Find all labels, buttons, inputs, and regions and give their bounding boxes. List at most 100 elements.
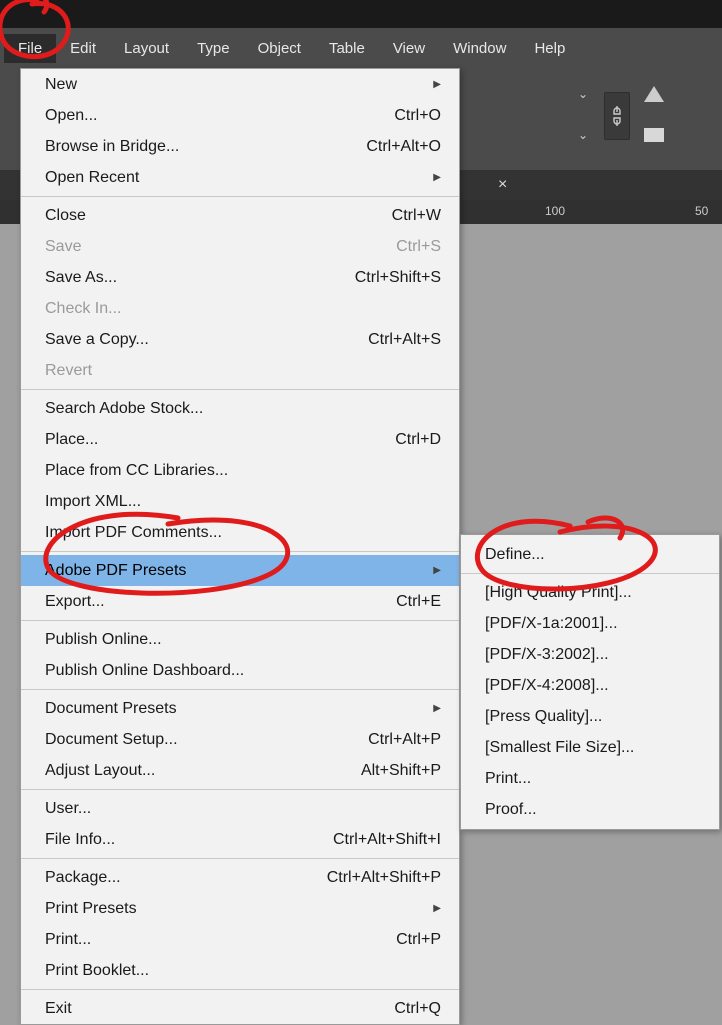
menu-help[interactable]: Help	[520, 34, 579, 63]
menu-item[interactable]: Place... Ctrl+D	[21, 424, 459, 455]
menu-item-label: Open...	[45, 107, 97, 125]
menu-item-label: Exit	[45, 1000, 72, 1018]
menu-view[interactable]: View	[379, 34, 439, 63]
menu-item-label: Search Adobe Stock...	[45, 400, 203, 418]
submenu-arrow-icon: ▶	[433, 79, 441, 90]
menu-item[interactable]: Open Recent ▶	[21, 162, 459, 193]
menu-item[interactable]: New ▶	[21, 69, 459, 100]
ruler-tick: 100	[545, 204, 565, 218]
menu-item[interactable]: Exit Ctrl+Q	[21, 993, 459, 1024]
menu-item[interactable]: Adobe PDF Presets ▶	[21, 555, 459, 586]
menu-item[interactable]: Document Presets▶	[21, 693, 459, 724]
menu-item[interactable]: Print...Ctrl+P	[21, 924, 459, 955]
menu-item-shortcut: Ctrl+P	[396, 931, 441, 949]
menu-item-label: Publish Online...	[45, 631, 162, 649]
menu-object[interactable]: Object	[244, 34, 315, 63]
submenu-arrow-icon: ▶	[433, 903, 441, 914]
submenu-item[interactable]: [Smallest File Size]...	[461, 732, 719, 763]
menu-item-shortcut: Alt+Shift+P	[361, 762, 441, 780]
menu-item-label: Adobe PDF Presets	[45, 562, 186, 580]
file-menu-dropdown: New ▶ Open... Ctrl+O Browse in Bridge... Ctrl…	[20, 68, 460, 1025]
menu-item-label: File Info...	[45, 831, 115, 849]
menu-item: Check In...	[21, 293, 459, 324]
flip-icon[interactable]	[644, 86, 664, 102]
submenu-item[interactable]: Define...	[461, 539, 719, 570]
menu-item-label: Revert	[45, 362, 92, 380]
menu-item[interactable]: Export... Ctrl+E	[21, 586, 459, 617]
menu-item[interactable]: Print Presets ▶	[21, 893, 459, 924]
menu-item: Save Ctrl+S	[21, 231, 459, 262]
menu-file[interactable]: File	[4, 34, 56, 63]
menu-item[interactable]: Browse in Bridge... Ctrl+Alt+O	[21, 131, 459, 162]
menu-item-label: Save	[45, 238, 81, 256]
dropdown-chevron-icon[interactable]: ⌄	[578, 87, 588, 101]
menu-item-label: Publish Online Dashboard...	[45, 662, 244, 680]
menu-item[interactable]: Close Ctrl+W	[21, 200, 459, 231]
menu-item-shortcut: Ctrl+Alt+Shift+I	[333, 831, 441, 849]
menu-item[interactable]: Import XML...	[21, 486, 459, 517]
menu-item[interactable]: User...	[21, 793, 459, 824]
menu-type[interactable]: Type	[183, 34, 244, 63]
menu-item-label: Import PDF Comments...	[45, 524, 222, 542]
submenu-item[interactable]: [High Quality Print]...	[461, 577, 719, 608]
submenu-item[interactable]: [Press Quality]...	[461, 701, 719, 732]
menu-item-label: Save As...	[45, 269, 117, 287]
dropdown-chevron-icon[interactable]: ⌄	[578, 128, 588, 142]
menu-item[interactable]: Publish Online Dashboard...	[21, 655, 459, 686]
menu-layout[interactable]: Layout	[110, 34, 183, 63]
menu-item: Revert	[21, 355, 459, 386]
menu-item-label: Document Presets	[45, 700, 177, 718]
menu-item-shortcut: Ctrl+Q	[394, 1000, 441, 1018]
menu-item-shortcut: Ctrl+Alt+O	[366, 138, 441, 156]
menu-item-label: Document Setup...	[45, 731, 178, 749]
menu-item-label: Import XML...	[45, 493, 141, 511]
menu-item[interactable]: Package...Ctrl+Alt+Shift+P	[21, 862, 459, 893]
menu-item-label: Place from CC Libraries...	[45, 462, 228, 480]
menu-item[interactable]: Search Adobe Stock...	[21, 393, 459, 424]
menu-item[interactable]: Adjust Layout... Alt+Shift+P	[21, 755, 459, 786]
submenu-item[interactable]: [PDF/X-3:2002]...	[461, 639, 719, 670]
submenu-item[interactable]: Print...	[461, 763, 719, 794]
menu-window[interactable]: Window	[439, 34, 520, 63]
menu-item-shortcut: Ctrl+W	[392, 207, 441, 225]
close-tab-icon[interactable]: ×	[498, 176, 507, 194]
menu-item[interactable]: Publish Online...	[21, 624, 459, 655]
menu-item-label: Browse in Bridge...	[45, 138, 179, 156]
menu-item-shortcut: Ctrl+D	[395, 431, 441, 449]
menu-item[interactable]: File Info... Ctrl+Alt+Shift+I	[21, 824, 459, 855]
menu-edit[interactable]: Edit	[56, 34, 110, 63]
menu-item[interactable]: Place from CC Libraries...	[21, 455, 459, 486]
menu-item-label: Close	[45, 207, 86, 225]
menu-item-label: New	[45, 76, 77, 94]
submenu-item[interactable]: [PDF/X-1a:2001]...	[461, 608, 719, 639]
menu-item-shortcut: Ctrl+E	[396, 593, 441, 611]
ruler-tick: 50	[695, 204, 708, 218]
menu-item-label: Open Recent	[45, 169, 139, 187]
menu-item-label: Adjust Layout...	[45, 762, 155, 780]
menu-item-label: Print Presets	[45, 900, 137, 918]
menu-item[interactable]: Save a Copy...Ctrl+Alt+S	[21, 324, 459, 355]
submenu-arrow-icon: ▶	[433, 172, 441, 183]
menu-item-label: User...	[45, 800, 91, 818]
title-bar	[0, 0, 722, 28]
menu-item-label: Export...	[45, 593, 105, 611]
submenu-item[interactable]: Proof...	[461, 794, 719, 825]
menu-item[interactable]: Import PDF Comments...	[21, 517, 459, 548]
shear-icon[interactable]	[644, 128, 664, 142]
menu-item-label: Place...	[45, 431, 98, 449]
menu-item[interactable]: Document Setup... Ctrl+Alt+P	[21, 724, 459, 755]
menu-item-shortcut: Ctrl+O	[394, 107, 441, 125]
menu-item[interactable]: Save As...Ctrl+Shift+S	[21, 262, 459, 293]
menu-item[interactable]: Open... Ctrl+O	[21, 100, 459, 131]
menu-bar: FileEditLayoutTypeObjectTableViewWindowH…	[0, 28, 722, 68]
pdf-presets-submenu: Define... [High Quality Print]...[PDF/X-1…	[460, 534, 720, 830]
menu-item-label: Check In...	[45, 300, 121, 318]
menu-item-shortcut: Ctrl+S	[396, 238, 441, 256]
menu-item-shortcut: Ctrl+Alt+Shift+P	[327, 869, 441, 887]
submenu-item[interactable]: [PDF/X-4:2008]...	[461, 670, 719, 701]
menu-table[interactable]: Table	[315, 34, 379, 63]
submenu-arrow-icon: ▶	[433, 565, 441, 576]
menu-item-shortcut: Ctrl+Alt+S	[368, 331, 441, 349]
menu-item-shortcut: Ctrl+Alt+P	[368, 731, 441, 749]
menu-item[interactable]: Print Booklet...	[21, 955, 459, 986]
